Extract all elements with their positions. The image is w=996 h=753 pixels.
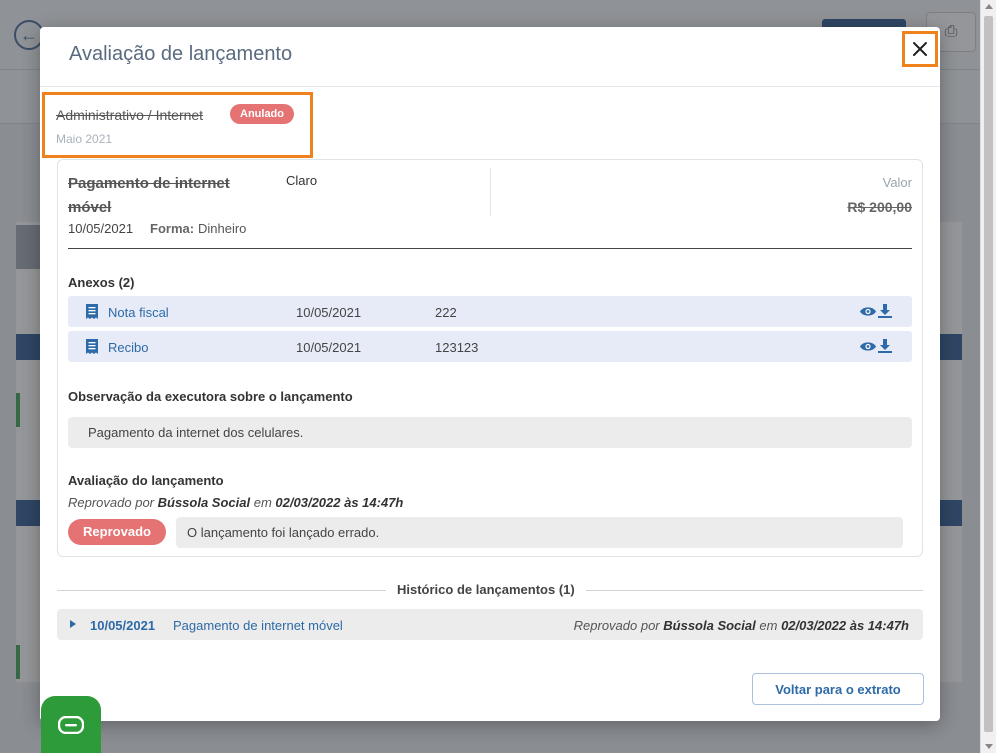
category-month: Maio 2021 <box>56 132 113 146</box>
evaluation-comment: O lançamento foi lançado errado. <box>176 517 903 548</box>
category-name: Administrativo / Internet <box>56 107 204 123</box>
entry-form-label: Forma: <box>150 221 195 236</box>
history-connector: em <box>759 618 778 633</box>
evaluation-datetime: 02/03/2022 às 14:47h <box>275 495 404 510</box>
evaluation-connector: em <box>253 495 272 510</box>
evaluation-status-badge: Reprovado <box>68 519 166 545</box>
entry-form-value: Dinheiro <box>198 221 247 236</box>
entry-value: R$ 200,00 <box>847 199 912 215</box>
history-title: Histórico de lançamentos (1) <box>386 582 586 597</box>
entry-vendor: Claro <box>286 173 318 188</box>
history-date: 10/05/2021 <box>90 618 156 633</box>
evaluation-user: Bússola Social <box>157 495 251 510</box>
entry-card: Pagamento de internet móvel Claro Valor … <box>57 159 923 557</box>
entry-title: Pagamento de internet móvel <box>68 175 230 216</box>
scroll-down-icon[interactable] <box>985 744 993 749</box>
back-to-statement-button[interactable]: Voltar para o extrato <box>752 673 924 705</box>
status-badge: Anulado <box>230 104 294 124</box>
history-datetime: 02/03/2022 às 14:47h <box>781 618 909 633</box>
download-icon[interactable] <box>878 339 892 353</box>
receipt-icon <box>86 339 98 354</box>
close-button[interactable] <box>902 31 938 67</box>
entry-divider <box>490 168 491 216</box>
history-status: Reprovado por Bússola Social em 02/03/20… <box>574 618 909 633</box>
attachment-row: Nota fiscal 10/05/2021 222 <box>68 296 912 327</box>
category-highlight <box>42 92 313 158</box>
download-icon[interactable] <box>878 304 892 318</box>
history-description[interactable]: Pagamento de internet móvel <box>173 618 343 633</box>
entry-date: 10/05/2021 <box>68 221 134 236</box>
attachment-date: 10/05/2021 <box>296 305 362 320</box>
modal-title: Avaliação de lançamento <box>69 43 293 65</box>
evaluation-info: Reprovado por Bússola Social em 02/03/20… <box>68 495 403 510</box>
expand-triangle-icon[interactable] <box>70 620 76 628</box>
attachment-name[interactable]: Nota fiscal <box>108 305 169 320</box>
evaluation-prefix: Reprovado por <box>68 495 154 510</box>
eye-icon[interactable] <box>860 341 876 352</box>
observation-title: Observação da executora sobre o lançamen… <box>68 389 353 404</box>
attachment-name[interactable]: Recibo <box>108 340 148 355</box>
history-user: Bússola Social <box>663 618 756 633</box>
chat-button[interactable] <box>41 696 101 753</box>
page-scrollbar[interactable] <box>980 0 996 753</box>
entry-separator <box>68 248 912 249</box>
history-row[interactable]: 10/05/2021 Pagamento de internet móvel R… <box>57 609 923 640</box>
close-icon <box>913 42 927 56</box>
entry-value-label: Valor <box>882 175 912 190</box>
receipt-icon <box>86 304 98 319</box>
attachments-title: Anexos (2) <box>68 275 135 290</box>
history-prefix: Reprovado por <box>573 618 660 633</box>
observation-text: Pagamento da internet dos celulares. <box>68 417 912 448</box>
evaluation-modal: Avaliação de lançamento Administrativo /… <box>40 27 940 721</box>
modal-header: Avaliação de lançamento <box>40 27 940 87</box>
attachment-number: 222 <box>435 305 457 320</box>
scroll-up-icon[interactable] <box>985 4 993 9</box>
attachment-date: 10/05/2021 <box>296 340 362 355</box>
attachment-number: 123123 <box>435 340 479 355</box>
evaluation-title: Avaliação do lançamento <box>68 473 224 488</box>
scrollbar-thumb[interactable] <box>984 16 993 732</box>
chat-icon <box>58 715 84 734</box>
attachment-row: Recibo 10/05/2021 123123 <box>68 331 912 362</box>
eye-icon[interactable] <box>860 306 876 317</box>
